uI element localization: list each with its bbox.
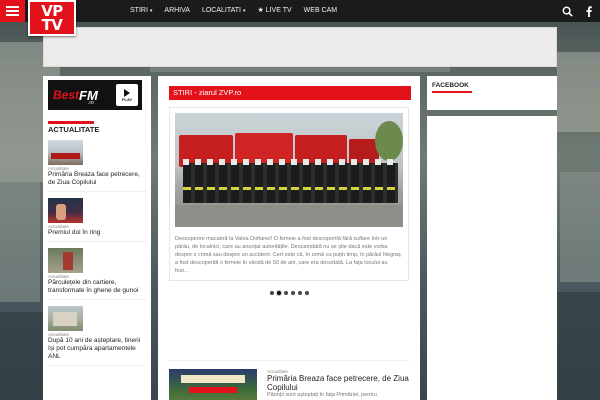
section-title-actualitate: ACTUALITATE	[48, 125, 100, 134]
caret-down-icon: ▾	[149, 8, 153, 14]
slider-dot-2[interactable]	[276, 291, 281, 295]
facebook-icon[interactable]	[578, 0, 600, 22]
caret-down-icon: ▾	[242, 8, 246, 14]
slider-dot-4[interactable]	[290, 291, 295, 295]
slide-excerpt: Descoperire macabră la Valea Doftanei! O…	[175, 236, 403, 274]
slider-dots	[169, 291, 409, 295]
section-title-facebook: FACEBOOK	[432, 82, 469, 89]
list-item[interactable]: Actualitate Părculețele din cartiere, tr…	[48, 248, 146, 300]
article-thumbnail[interactable]	[48, 198, 83, 223]
article-thumbnail[interactable]	[48, 248, 83, 273]
news-slider-panel: STIRI - ziarul ZVP.ro Descoperire macabr…	[158, 76, 420, 400]
article-title[interactable]: Primăria Breaza face petrecere, de Ziua …	[267, 374, 409, 392]
news-slide[interactable]: Descoperire macabră la Valea Doftanei! O…	[169, 107, 409, 281]
list-item[interactable]: Actualitate Premiul doi în ring	[48, 198, 146, 242]
article-thumbnail[interactable]	[48, 140, 83, 165]
nav-item-live-tv[interactable]: ★ LIVE TV	[252, 0, 298, 22]
nav-item-arhiva[interactable]: ARHIVA	[158, 0, 196, 22]
list-item-title[interactable]: Premiul doi în ring	[48, 229, 146, 237]
slider-dot-6[interactable]	[304, 291, 309, 295]
facebook-widget-header: FACEBOOK	[427, 76, 557, 110]
list-item-title[interactable]: Părculețele din cartiere, transformate î…	[48, 279, 146, 295]
article-list-item[interactable]: Actualitate Primăria Breaza face petrece…	[169, 360, 409, 400]
article-thumbnail[interactable]	[169, 369, 257, 400]
list-item-title[interactable]: Primăria Breaza face petrecere, de Ziua …	[48, 171, 146, 187]
play-button[interactable]: PLAY	[116, 84, 138, 106]
slide-image[interactable]	[175, 113, 403, 227]
nav-right-icons	[556, 0, 600, 22]
slider-dot-5[interactable]	[297, 291, 302, 295]
site-logo[interactable]: VP TV	[28, 0, 76, 36]
article-thumbnail[interactable]	[48, 306, 83, 331]
section-title-bar	[432, 91, 472, 93]
top-navbar: STIRI ▾ ARHIVA LOCALITATI ▾ ★ LIVE TV WEB …	[0, 0, 600, 22]
search-icon[interactable]	[556, 0, 578, 22]
nav-item-stiri[interactable]: STIRI ▾	[124, 0, 158, 22]
ad-banner[interactable]	[43, 27, 557, 67]
facebook-widget-body[interactable]	[427, 116, 557, 400]
list-item[interactable]: Actualitate După 10 ani de așteptare, ti…	[48, 306, 146, 366]
section-title-stiri[interactable]: STIRI - ziarul ZVP.ro	[169, 86, 411, 100]
slider-dot-3[interactable]	[283, 291, 288, 295]
left-sidebar: Best FM .ro PLAY ACTUALITATE Actualitate…	[43, 76, 151, 400]
article-text: Actualitate Primăria Breaza face petrece…	[267, 369, 409, 398]
nav-item-localitati[interactable]: LOCALITATI ▾	[196, 0, 252, 22]
bestfm-radio-widget[interactable]: Best FM .ro PLAY	[48, 80, 142, 110]
slider-dot-1[interactable]	[269, 291, 274, 295]
section-title-bar	[48, 121, 94, 124]
actualitate-list: Actualitate Primăria Breaza face petrece…	[48, 140, 146, 366]
list-item[interactable]: Actualitate Primăria Breaza face petrece…	[48, 140, 146, 192]
menu-icon[interactable]	[0, 0, 25, 22]
main-nav: STIRI ▾ ARHIVA LOCALITATI ▾ ★ LIVE TV WEB …	[124, 0, 343, 22]
play-icon	[124, 88, 130, 97]
nav-item-web-cam[interactable]: WEB CAM	[298, 0, 343, 22]
list-item-title[interactable]: După 10 ani de așteptare, tinerii își po…	[48, 337, 146, 361]
